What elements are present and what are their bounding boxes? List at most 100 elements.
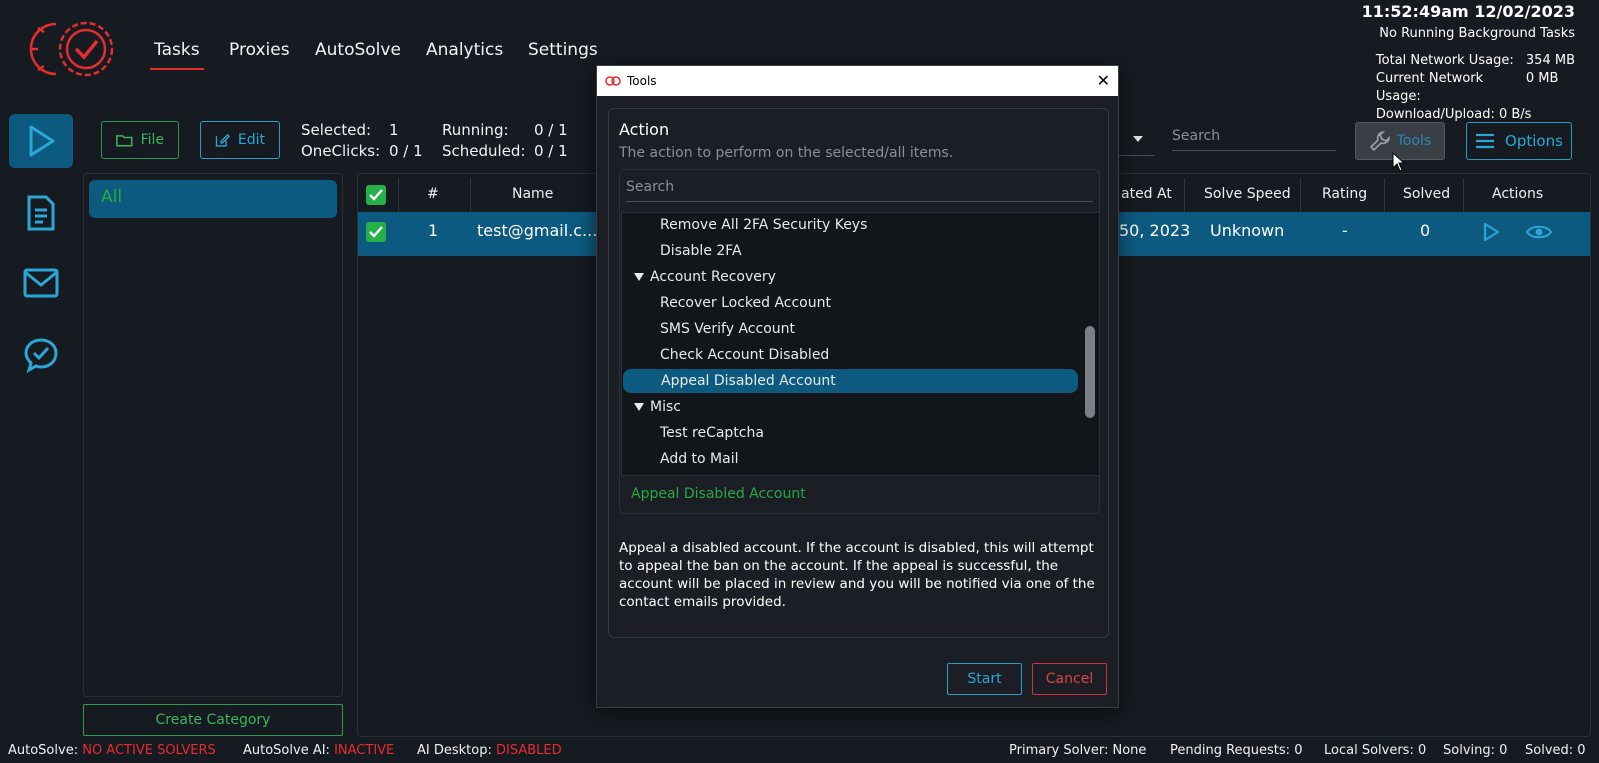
list-item[interactable]: Recover Locked Account (622, 291, 1077, 315)
mail-icon (23, 268, 59, 298)
datetime: 11:52:49am 12/02/2023 (1361, 2, 1575, 21)
close-icon[interactable]: ✕ (1097, 71, 1110, 90)
nav-settings[interactable]: Settings (528, 40, 598, 66)
status-local-solvers: Local Solvers: 0 (1324, 743, 1427, 758)
oneclicks-label: OneClicks: (301, 142, 381, 160)
column-number[interactable]: # (427, 186, 439, 202)
column-divider (1463, 178, 1464, 212)
status-value: INACTIVE (334, 743, 395, 758)
nav-label: Settings (528, 40, 598, 60)
status-value: NO ACTIVE SOLVERS (82, 743, 216, 758)
selected-action: Appeal Disabled Account (631, 486, 806, 502)
column-solved[interactable]: Solved (1403, 186, 1450, 202)
dialog-titlebar: Tools ✕ (597, 66, 1118, 96)
caret-down-icon (634, 403, 644, 411)
category-panel (83, 173, 343, 697)
category-all[interactable]: All (89, 180, 337, 218)
app-logo-icon (605, 76, 621, 86)
list-item[interactable]: SMS Verify Account (622, 317, 1077, 341)
row-name: test@gmail.c... (477, 221, 598, 240)
rail-mail-button[interactable] (9, 256, 73, 310)
list-item-label: Appeal Disabled Account (661, 373, 836, 389)
list-group[interactable]: Misc (622, 395, 1077, 419)
row-checkbox[interactable] (366, 222, 386, 242)
selected-label: Selected: (301, 121, 372, 139)
column-name[interactable]: Name (512, 186, 553, 202)
list-item[interactable]: Disable 2FA (622, 239, 1077, 263)
tools-dialog: Tools ✕ Action The action to perform on … (596, 65, 1119, 708)
options-button[interactable]: Options (1466, 122, 1572, 160)
list-item[interactable]: Remove All 2FA Security Keys (622, 213, 1077, 237)
row-created-at: 50, 2023 (1119, 221, 1191, 240)
list-scrollbar[interactable] (1085, 326, 1095, 418)
row-solve-speed: Unknown (1210, 221, 1285, 240)
create-category-button[interactable]: Create Category (83, 704, 343, 736)
list-item-label: Remove All 2FA Security Keys (660, 217, 868, 233)
nav-label: AutoSolve (315, 40, 401, 60)
status-ai-desktop: AI Desktop: DISABLED (417, 743, 562, 758)
caret-down-icon (634, 273, 644, 281)
scheduled-label: Scheduled: (442, 142, 526, 160)
list-item[interactable]: Check Account Disabled (622, 343, 1077, 367)
column-created-at[interactable]: ated At (1121, 186, 1172, 202)
rail-logs-button[interactable] (9, 186, 73, 240)
row-rating: - (1342, 221, 1348, 240)
column-divider (1184, 178, 1185, 212)
rail-tasks-button[interactable] (9, 114, 73, 168)
file-button[interactable]: File (101, 121, 179, 159)
edit-button[interactable]: Edit (200, 121, 280, 159)
start-button[interactable]: Start (947, 663, 1022, 695)
action-section: Action The action to perform on the sele… (608, 108, 1109, 638)
running-label: Running: (442, 121, 509, 139)
action-description: The action to perform on the selected/al… (619, 145, 954, 161)
list-group-label: Account Recovery (650, 269, 776, 285)
nav-proxies[interactable]: Proxies (229, 40, 290, 66)
status-label: AI Desktop: (417, 743, 492, 758)
edit-icon (215, 133, 230, 147)
row-view-button[interactable] (1525, 223, 1553, 245)
list-group[interactable]: Account Recovery (622, 265, 1077, 289)
nav-label: Analytics (426, 40, 504, 60)
status-label: AutoSolve: (8, 743, 79, 758)
running-value: 0 / 1 (534, 121, 568, 139)
action-title: Action (619, 120, 670, 139)
status-solving: Solving: 0 (1443, 743, 1508, 758)
list-item-label: SMS Verify Account (660, 321, 795, 337)
status-pending-requests: Pending Requests: 0 (1170, 743, 1303, 758)
select-all-checkbox[interactable] (366, 185, 386, 205)
list-item-selected[interactable]: Appeal Disabled Account (623, 369, 1078, 393)
status-primary-solver: Primary Solver: None (1009, 743, 1147, 758)
list-item-label: Check Account Disabled (660, 347, 830, 363)
rail-chat-button[interactable] (9, 328, 73, 382)
background-status: No Running Background Tasks (1379, 26, 1575, 41)
action-search-input[interactable]: Search (626, 179, 1093, 202)
nav-tasks[interactable]: Tasks (150, 40, 204, 70)
column-divider (1384, 178, 1385, 212)
header-info: 11:52:49am 12/02/2023 No Running Backgro… (1362, 2, 1575, 41)
list-item-label: Disable 2FA (660, 243, 742, 259)
list-item-label: Recover Locked Account (660, 295, 831, 311)
status-label: AutoSolve AI: (243, 743, 330, 758)
list-group-label: Misc (650, 399, 681, 415)
play-icon (29, 125, 55, 157)
column-rating[interactable]: Rating (1322, 186, 1367, 202)
chevron-down-icon[interactable] (1133, 136, 1143, 142)
wrench-icon (1369, 130, 1390, 152)
nav-autosolve[interactable]: AutoSolve (315, 40, 401, 66)
action-list[interactable]: Remove All 2FA Security Keys Disable 2FA… (621, 212, 1100, 476)
options-label: Options (1505, 132, 1563, 150)
nav-analytics[interactable]: Analytics (426, 40, 503, 66)
list-item[interactable]: Add to Mail (622, 447, 1077, 471)
column-actions[interactable]: Actions (1492, 186, 1543, 202)
row-start-button[interactable] (1482, 222, 1500, 246)
menu-icon (1476, 133, 1495, 149)
eye-icon (1525, 225, 1553, 239)
list-item[interactable]: Test reCaptcha (622, 421, 1077, 445)
cancel-button[interactable]: Cancel (1032, 663, 1107, 695)
search-input[interactable]: Search (1172, 128, 1336, 151)
play-icon (1483, 222, 1500, 242)
column-divider (1300, 178, 1301, 212)
current-network-label: Current Network Usage: (1375, 71, 1484, 104)
column-solve-speed[interactable]: Solve Speed (1204, 186, 1291, 202)
tools-label: Tools (1396, 133, 1432, 149)
